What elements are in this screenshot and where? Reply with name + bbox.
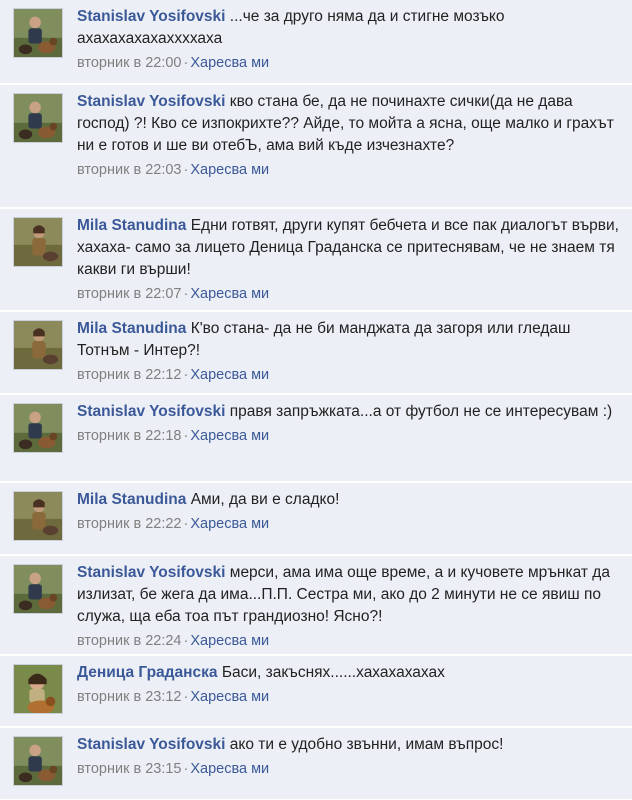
avatar[interactable]	[13, 320, 63, 370]
comment-text: ако ти е удобно звънни, имам въпрос!	[229, 736, 504, 753]
avatar[interactable]	[13, 491, 63, 541]
avatar[interactable]	[13, 217, 63, 267]
comment-text: правя запръжката...а от футбол не се инт…	[229, 403, 613, 420]
comment-timestamp[interactable]: вторник в 22:03	[77, 162, 182, 178]
comment-author-link[interactable]: Деница Граданска	[77, 664, 218, 681]
comment-meta: вторник в 22:12 · Харесва ми	[77, 364, 620, 386]
like-link[interactable]: Харесва ми	[190, 689, 269, 705]
comment-timestamp[interactable]: вторник в 22:22	[77, 516, 182, 532]
comment-author-link[interactable]: Stanislav Yosifovski	[77, 93, 225, 110]
like-link[interactable]: Харесва ми	[190, 286, 269, 302]
comment-timestamp[interactable]: вторник в 22:07	[77, 286, 182, 302]
comment-meta: вторник в 22:24 · Харесва ми	[77, 630, 620, 652]
avatar[interactable]	[13, 403, 63, 453]
comment-meta: вторник в 22:22 · Харесва ми	[77, 513, 620, 535]
comment-item: Mila Stanudina Ами, да ви е сладко! втор…	[0, 483, 632, 555]
comment-timestamp[interactable]: вторник в 22:00	[77, 55, 182, 71]
comment-text: Ами, да ви е сладко!	[190, 491, 340, 508]
comment-meta: вторник в 23:12 · Харесва ми	[77, 686, 620, 708]
avatar[interactable]	[13, 664, 63, 714]
like-link[interactable]: Харесва ми	[190, 162, 269, 178]
comment-item: Stanislav Yosifovski ако ти е удобно звъ…	[0, 728, 632, 800]
comment-timestamp[interactable]: вторник в 22:18	[77, 428, 182, 444]
comment-timestamp[interactable]: вторник в 22:24	[77, 633, 182, 649]
avatar[interactable]	[13, 8, 63, 58]
comment-author-link[interactable]: Stanislav Yosifovski	[77, 736, 225, 753]
comment-item: Stanislav Yosifovski правя запръжката...…	[0, 395, 632, 482]
avatar[interactable]	[13, 93, 63, 143]
like-link[interactable]: Харесва ми	[190, 633, 269, 649]
like-link[interactable]: Харесва ми	[190, 428, 269, 444]
comment-item: Деница Граданска Баси, закъснях......хах…	[0, 656, 632, 727]
comment-author-link[interactable]: Stanislav Yosifovski	[77, 8, 225, 25]
comment-meta: вторник в 22:07 · Харесва ми	[77, 283, 620, 305]
comment-text: Баси, закъснях......хахахахахах	[221, 664, 445, 681]
comment-timestamp[interactable]: вторник в 22:12	[77, 367, 182, 383]
comment-author-link[interactable]: Stanislav Yosifovski	[77, 403, 225, 420]
comment-thread: Stanislav Yosifovski ...че за друго няма…	[0, 0, 632, 800]
comment-author-link[interactable]: Mila Stanudina	[77, 320, 186, 337]
comment-item: Mila Stanudina К'во стана- да не би манд…	[0, 312, 632, 394]
comment-item: Mila Stanudina Едни готвят, други купят …	[0, 209, 632, 311]
comment-meta: вторник в 22:03 · Харесва ми	[77, 159, 620, 181]
like-link[interactable]: Харесва ми	[190, 367, 269, 383]
comment-item: Stanislav Yosifovski ...че за друго няма…	[0, 0, 632, 84]
comment-item: Stanislav Yosifovski мерси, ама има още …	[0, 556, 632, 655]
like-link[interactable]: Харесва ми	[190, 761, 269, 777]
comment-timestamp[interactable]: вторник в 23:12	[77, 689, 182, 705]
comment-timestamp[interactable]: вторник в 23:15	[77, 761, 182, 777]
like-link[interactable]: Харесва ми	[190, 55, 269, 71]
comment-author-link[interactable]: Stanislav Yosifovski	[77, 564, 225, 581]
avatar[interactable]	[13, 564, 63, 614]
like-link[interactable]: Харесва ми	[190, 516, 269, 532]
comment-meta: вторник в 22:18 · Харесва ми	[77, 425, 620, 447]
comment-author-link[interactable]: Mila Stanudina	[77, 217, 186, 234]
comment-item: Stanislav Yosifovski кво стана бе, да не…	[0, 85, 632, 208]
comment-meta: вторник в 22:00 · Харесва ми	[77, 52, 620, 74]
comment-author-link[interactable]: Mila Stanudina	[77, 491, 186, 508]
comment-meta: вторник в 23:15 · Харесва ми	[77, 758, 620, 780]
avatar[interactable]	[13, 736, 63, 786]
